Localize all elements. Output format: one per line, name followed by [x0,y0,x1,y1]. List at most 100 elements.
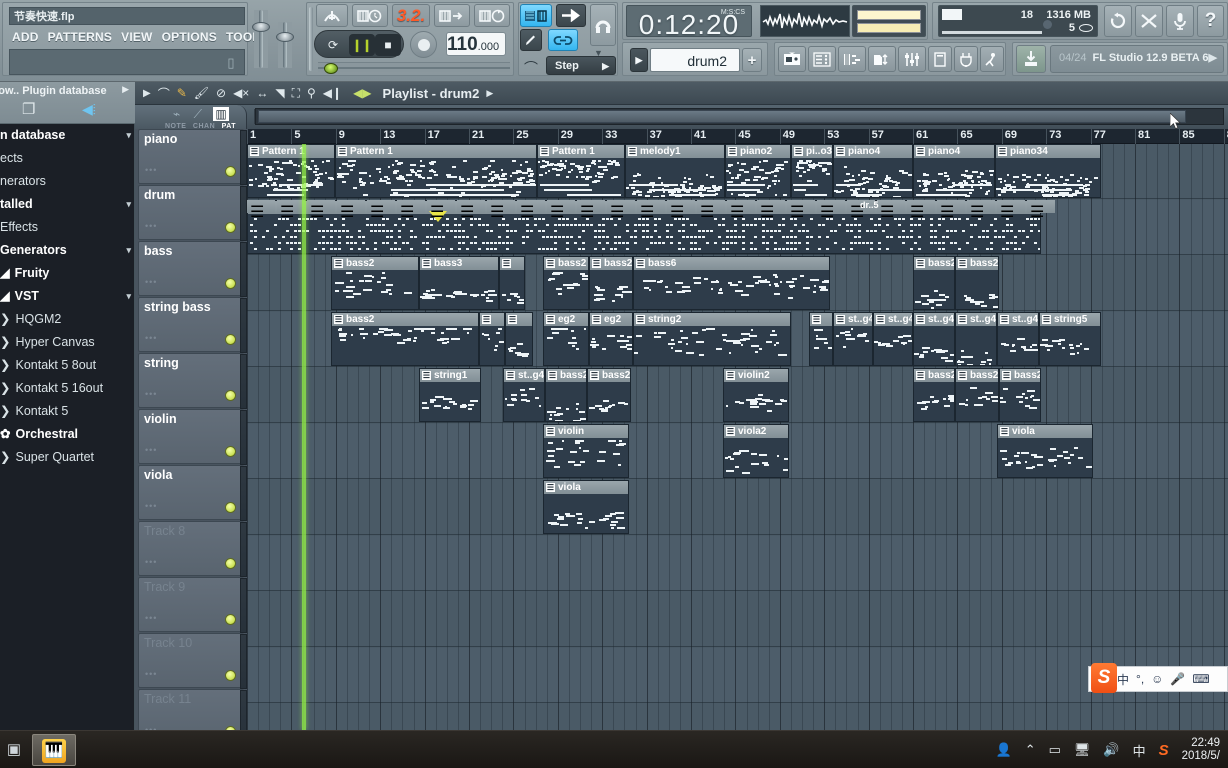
slider-knob[interactable] [252,22,270,32]
track-enable-led[interactable] [225,670,236,681]
track-name[interactable]: viola [144,468,173,482]
overdub-icon[interactable] [434,4,470,27]
play-arrow-icon[interactable] [556,4,586,27]
drum-clip-icon[interactable]: ☰ [370,202,384,222]
browser-item[interactable]: ✿ Orchestral [0,423,135,446]
undo-icon[interactable] [1104,5,1132,37]
track-name[interactable]: string bass [144,300,211,314]
playlist-clip[interactable]: bass3 ☰ [419,256,499,310]
slice-icon[interactable]: ◥ [275,86,284,100]
playlist-clip[interactable]: bass2 ☰ [913,256,955,310]
clip-menu-icon[interactable]: ☰ [812,315,821,324]
drum-clip-icon[interactable]: ☰ [490,202,504,222]
pattern-selector[interactable]: drum2 [650,48,740,72]
timeline-ruler[interactable]: 1 5 9 13 17 21 25 29 33 37 41 45 49 53 57 61 65 69 73 77 81 8… [247,129,1228,144]
headphone-icon[interactable]: ⌒ [524,58,538,78]
browser-item[interactable]: ❯ Super Quartet [0,446,135,469]
project-icon[interactable] [928,46,952,72]
clip-label[interactable]: bass2 ☰ [914,257,954,270]
track-header[interactable]: violin ••• [138,409,247,465]
track-scroll-strip[interactable] [240,354,247,409]
clip-label[interactable]: piano4 ☰ [914,145,994,158]
ime-punct[interactable]: °, [1136,672,1144,686]
clip-label[interactable]: viola ☰ [998,425,1092,438]
drum-clip-icon[interactable]: ☰ [1030,202,1044,222]
playlist-clip[interactable]: ☰ [505,312,533,366]
sogou-logo-icon[interactable]: S [1091,663,1117,693]
playlist-clip[interactable]: st..g4 ☰ [873,312,913,366]
drum-clip-icon[interactable]: ☰ [940,202,954,222]
clip-label[interactable]: bass2 ☰ [914,369,954,382]
clip-label[interactable]: st..g4 ☰ [874,313,912,326]
playlist-clip[interactable]: eg2 ☰ [543,312,589,366]
clip-label[interactable]: Pattern 1 ☰ [248,145,334,158]
browser-item-list[interactable]: n database ▾ ects nerators talled ▾ Effe… [0,124,135,730]
channel-rack-icon[interactable] [778,46,806,72]
clip-menu-icon[interactable]: ☰ [546,315,555,324]
playlist-clip[interactable]: Pattern 1 ☰ [247,144,335,198]
menu-add[interactable]: ADD [12,30,39,44]
clip-menu-icon[interactable]: ☰ [1042,315,1051,324]
drum-clip-icon[interactable]: ☰ [820,202,834,222]
track-name[interactable]: bass [144,244,173,258]
chevron-down-icon[interactable]: ▾ [126,124,131,147]
clip-menu-icon[interactable]: ☰ [590,371,599,380]
help-icon[interactable]: ? [1197,5,1224,37]
clip-menu-icon[interactable]: ☰ [546,259,555,268]
clip-menu-icon[interactable]: ☰ [338,147,347,156]
playback-icon[interactable]: ◀❙ [323,86,342,100]
track-scroll-strip[interactable] [240,578,247,633]
playlist-clip[interactable]: st..g4 ☰ [833,312,873,366]
clip-menu-icon[interactable]: ☰ [636,315,645,324]
drum-clip-icon[interactable]: ☰ [430,202,444,222]
clip-label[interactable]: violin ☰ [544,425,628,438]
clip-label[interactable]: piano34 ☰ [996,145,1100,158]
drum-clip-icon[interactable]: ☰ [280,202,294,222]
clip-menu-icon[interactable]: ☰ [876,315,885,324]
clip-label[interactable]: violin2 ☰ [724,369,788,382]
clip-menu-icon[interactable]: ☰ [628,147,637,156]
playlist-clip[interactable]: ☰ [479,312,505,366]
drum-clip-icon[interactable]: ☰ [520,202,534,222]
clip-menu-icon[interactable]: ☰ [506,371,515,380]
version-info[interactable]: 04/24 FL Studio 12.9 BETA 6 ▶ [1050,45,1224,73]
track-name[interactable]: violin [144,412,177,426]
zoom-icon[interactable]: ⚲ [307,86,316,100]
paint-icon[interactable]: 🖌 [194,86,209,100]
track-name[interactable]: piano [144,132,177,146]
track-header[interactable]: Track 10 ••• [138,633,247,689]
clip-menu-icon[interactable]: ☰ [1000,315,1009,324]
drum-clip-icon[interactable]: ☰ [460,202,474,222]
track-scroll-strip[interactable] [240,298,247,353]
clip-label[interactable]: bass2 ☰ [544,257,588,270]
track-enable-led[interactable] [225,502,236,513]
copy-icon[interactable]: ❐ [22,100,35,118]
track-name[interactable]: drum [144,188,175,202]
clip-label[interactable]: ☰ [810,313,832,326]
clip-menu-icon[interactable]: ☰ [1002,371,1011,380]
ime-mic-icon[interactable]: 🎤 [1170,672,1185,686]
clip-label[interactable]: string5 ☰ [1040,313,1100,326]
track-header[interactable]: drum ••• [138,185,247,241]
pattern-song-toggle-icon[interactable] [520,4,552,27]
clip-label[interactable]: bass2 ☰ [590,257,632,270]
speaker-icon[interactable]: ◀⦙ [82,101,96,118]
time-display[interactable]: 0:12:20 M:S:CS [626,5,752,40]
drum-clip-icon[interactable]: ☰ [610,202,624,222]
drum-clip-icon[interactable]: ☰ [640,202,654,222]
browser-item[interactable]: n database ▾ [0,124,135,147]
drum-clip-icon[interactable]: ☰ [700,202,714,222]
clip-menu-icon[interactable]: ☰ [836,147,845,156]
playlist-clip[interactable]: bass2 ☰ [913,368,955,422]
playlist-clip[interactable]: piano4 ☰ [913,144,995,198]
clip-menu-icon[interactable]: ☰ [508,315,517,324]
pencil-icon[interactable]: ✎ [177,86,187,100]
chevron-right-icon[interactable]: ▶ [122,84,129,95]
select-icon[interactable]: ⛶ [292,86,300,101]
track-scroll-strip[interactable] [240,410,247,465]
trash-icon[interactable]: ▯ [224,55,238,71]
clip-menu-icon[interactable]: ☰ [548,371,557,380]
playlist-clip[interactable]: viola2 ☰ [723,424,789,478]
clip-label[interactable]: ☰ [480,313,504,326]
clip-label[interactable]: melody1 ☰ [626,145,724,158]
